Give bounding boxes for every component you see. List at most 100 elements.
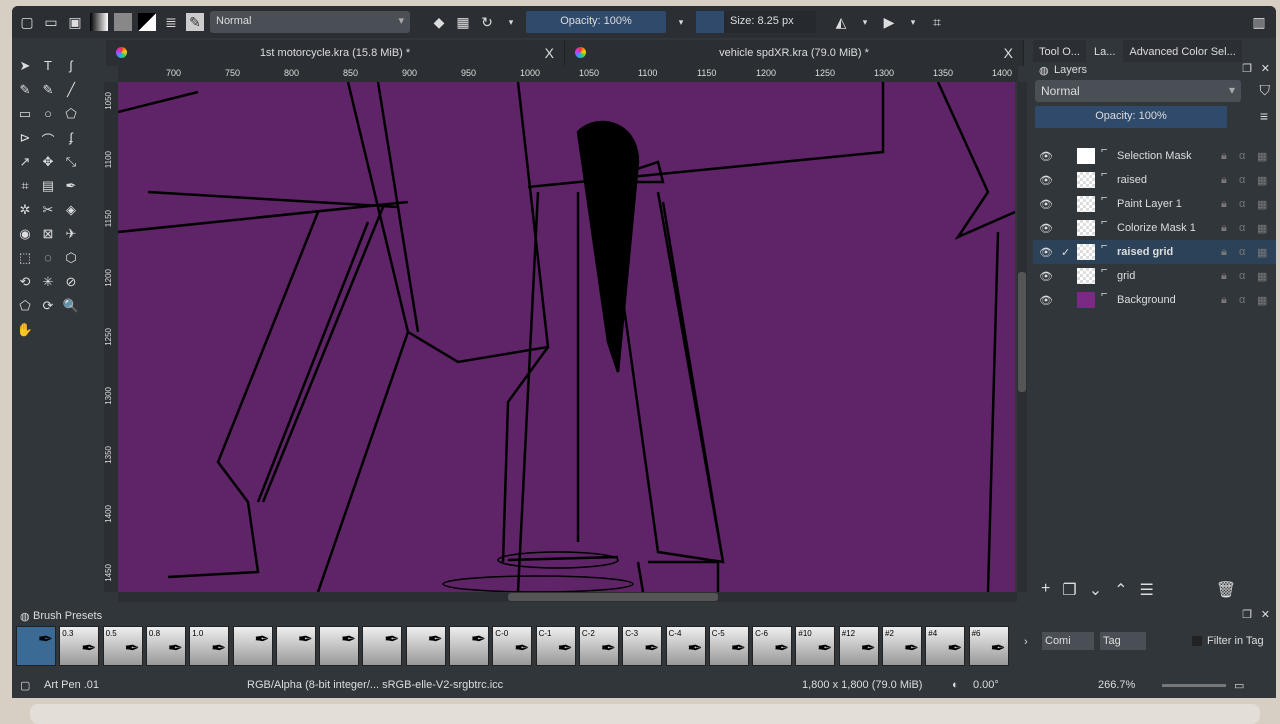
alpha-icon[interactable]: α [1239,222,1245,234]
brush-preset[interactable]: C-6 ✒ [752,626,793,666]
gradient-tool-icon[interactable]: ▤ [39,178,57,196]
rectangle-tool-icon[interactable]: ▭ [16,106,34,124]
tag-button[interactable]: Tag [1100,632,1146,650]
close-icon[interactable]: ✕ [1261,608,1270,621]
inherit-alpha-icon[interactable]: ▦ [1257,246,1267,259]
lock-icon[interactable]: 🔒︎ [1221,222,1227,235]
brush-preset[interactable]: C-5 ✒ [708,626,749,666]
freehand-path-tool-icon[interactable]: ʄ [62,130,80,148]
filter-icon[interactable]: ⛉ [1260,82,1271,99]
similar-select-tool-icon[interactable]: ⊘ [62,274,80,292]
brush-preset[interactable]: #10 ✒ [795,626,836,666]
fullscreen-icon[interactable]: ▭ [1234,679,1244,692]
lock-icon[interactable]: 🔒︎ [1221,174,1227,187]
brush-preset-icon[interactable]: ✎ [186,13,204,31]
smart-patch-tool-icon[interactable]: ✲ [16,202,34,220]
measure-tool-icon[interactable]: ⊠ [39,226,57,244]
alpha-icon[interactable]: α [1239,294,1245,306]
layer-row[interactable]: 👁 ✓ ⌐ raised grid 🔒︎ α ▦ [1033,240,1276,264]
next-icon[interactable]: › [1024,636,1028,648]
opacity-slider[interactable]: Opacity: 100% [526,11,666,33]
rotation-icon[interactable]: ◐ [952,679,959,691]
drawing-canvas[interactable] [118,82,1015,592]
tab-vehicle-spdxr[interactable]: vehicle spdXR.kra (79.0 MiB) * X [565,40,1024,66]
reload-icon[interactable]: ↻ [478,13,496,31]
brush-preset[interactable]: 0.3 ✒ [59,626,100,666]
brush-preset[interactable]: C-0 ✒ [492,626,533,666]
prev-icon[interactable]: ‹ [1002,636,1006,648]
polygon-tool-icon[interactable]: ⬠ [62,106,80,124]
lock-icon[interactable]: 🔒︎ [1221,150,1227,163]
freehand-brush-tool-icon[interactable]: ✎ [39,82,57,100]
enclose-fill-tool-icon[interactable]: ◉ [16,226,34,244]
new-document-icon[interactable]: ▢ [18,13,36,31]
bezier-tool-icon[interactable]: ⌒ [39,130,57,148]
tag-dropdown[interactable]: Comi [1042,632,1094,650]
alpha-lock-icon[interactable]: ▦ [454,13,472,31]
lock-icon[interactable]: 🔒︎ [1221,246,1227,259]
bezier-select-tool-icon[interactable]: ⬠ [16,298,34,316]
inherit-alpha-icon[interactable]: ▦ [1257,198,1267,211]
pattern-icon[interactable] [114,13,132,31]
alpha-icon[interactable]: α [1239,246,1245,258]
menu-icon[interactable]: ≡ [1260,108,1268,124]
text-tool-icon[interactable]: T [39,58,57,76]
brush-preset[interactable]: ✒ [362,626,403,666]
alpha-icon[interactable]: α [1239,150,1245,162]
brush-preset[interactable]: 0.8 ✒ [145,626,186,666]
eye-icon[interactable]: 👁 [1039,150,1053,163]
brush-preset[interactable]: ✒ [319,626,360,666]
wrap-around-icon[interactable]: ⌗ [928,13,946,31]
close-icon[interactable]: ✕ [1261,62,1270,75]
brush-preset[interactable]: C-3 ✒ [622,626,663,666]
line-tool-icon[interactable]: ╱ [62,82,80,100]
inherit-alpha-icon[interactable]: ▦ [1257,270,1267,283]
mirror-horizontal-icon[interactable]: ◭ [832,13,850,31]
tab-advanced-color-selector[interactable]: Advanced Color Sel... [1123,40,1242,62]
color-picker-tool-icon[interactable]: ✒ [62,178,80,196]
blend-mode-dropdown[interactable]: Normal [210,11,410,33]
eye-icon[interactable]: 👁 [1039,222,1053,235]
layer-blend-dropdown[interactable]: Normal [1035,80,1241,102]
filter-in-tag-checkbox[interactable] [1192,636,1202,646]
float-icon[interactable]: ❐ [1242,62,1252,75]
chevron-down-icon[interactable]: ▾ [904,13,922,31]
float-icon[interactable]: ❐ [1242,608,1252,621]
save-icon[interactable]: ▣ [66,13,84,31]
zoom-tool-icon[interactable]: 🔍 [62,298,80,316]
inherit-alpha-icon[interactable]: ▦ [1257,294,1267,307]
reference-tool-icon[interactable]: ✈ [62,226,80,244]
brush-preset[interactable]: C-2 ✒ [578,626,619,666]
fill-tool-icon[interactable]: ◈ [62,202,80,220]
brush-preset[interactable]: #2 ✒ [882,626,922,666]
brush-preset[interactable]: ✒ [275,626,316,666]
edit-shapes-tool-icon[interactable]: ✎ [16,82,34,100]
layer-opacity-slider[interactable]: Opacity: 100% [1035,106,1227,128]
eye-icon[interactable]: 👁 [1039,198,1053,211]
lock-icon[interactable]: 🔒︎ [1221,270,1227,283]
rect-select-tool-icon[interactable]: ⬚ [16,250,34,268]
brush-preset[interactable]: ✒ [449,626,489,666]
chevron-down-icon[interactable]: ▾ [672,13,690,31]
layer-row[interactable]: 👁 ⌐ Paint Layer 1 🔒︎ α ▦ [1033,192,1276,216]
dynamic-brush-tool-icon[interactable]: ↗ [16,154,34,172]
mirror-vertical-icon[interactable]: ▶ [880,13,898,31]
brush-icon[interactable]: ▢ [20,679,30,692]
inherit-alpha-icon[interactable]: ▦ [1257,222,1267,235]
assistant-tool-icon[interactable]: ✂ [39,202,57,220]
magnetic-select-tool-icon[interactable]: ⟳ [39,298,57,316]
close-icon[interactable]: X [1004,45,1013,61]
add-layer-icon[interactable]: + [1041,580,1050,600]
brush-preset[interactable]: 0.5 ✒ [102,626,143,666]
chevron-down-icon[interactable]: ▾ [856,13,874,31]
move-up-icon[interactable]: ⌃ [1114,580,1127,600]
zoom-slider[interactable] [1162,684,1226,687]
color-swap-icon[interactable] [138,13,156,31]
gradient-icon[interactable] [90,13,108,31]
lock-icon[interactable]: ◍ [1039,64,1049,77]
brush-preset[interactable]: C-4 ✒ [665,626,706,666]
freehand-select-tool-icon[interactable]: ⟲ [16,274,34,292]
brush-settings-icon[interactable]: ≣ [162,13,180,31]
eye-icon[interactable]: 👁 [1039,270,1053,283]
delete-icon[interactable]: 🗑 [1216,580,1236,600]
